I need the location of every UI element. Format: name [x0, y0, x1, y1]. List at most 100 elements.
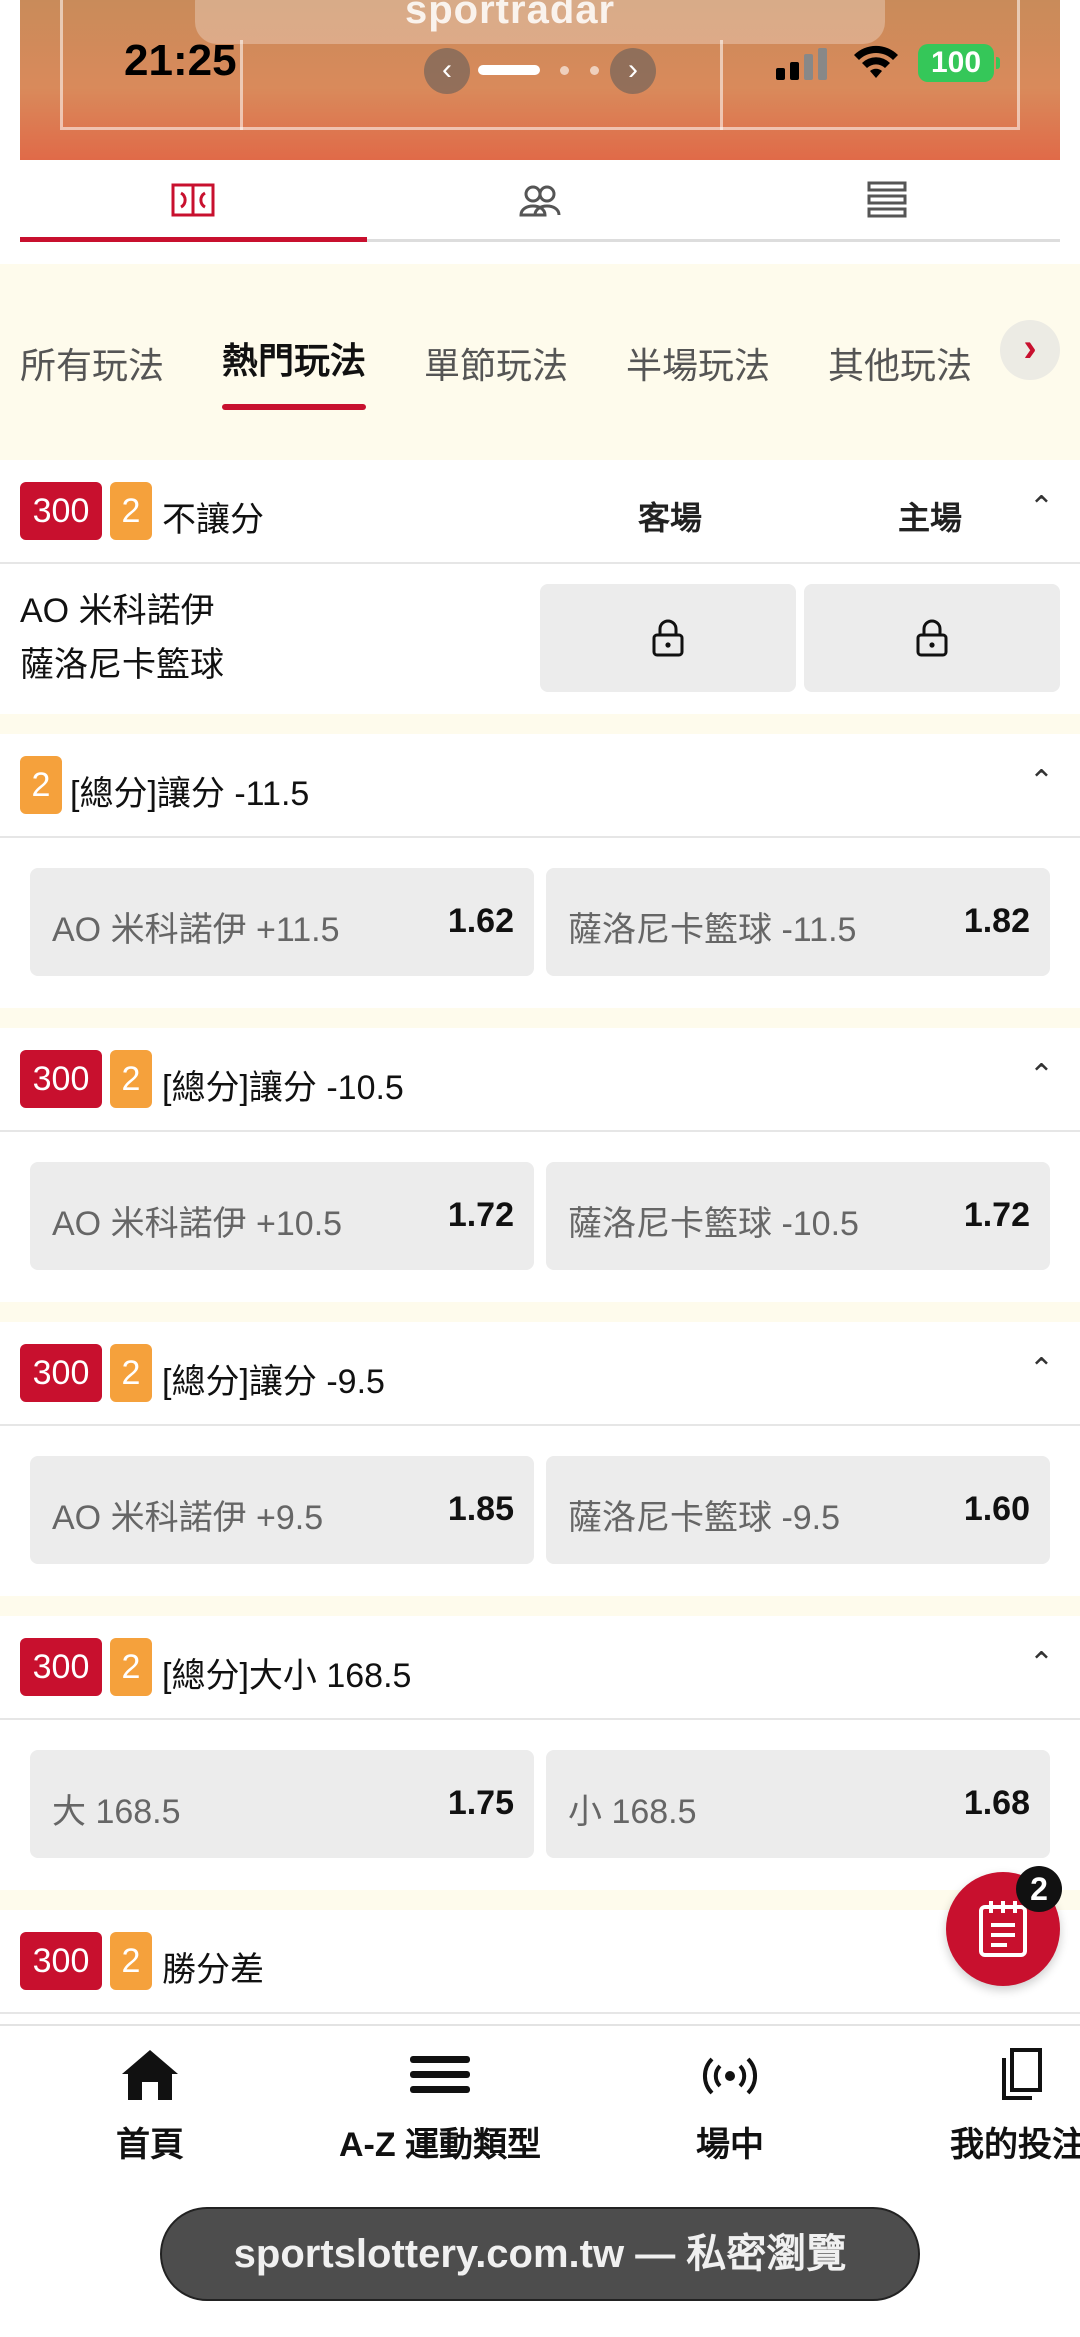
- wifi-icon: [854, 45, 898, 78]
- chevron-left-icon[interactable]: ‹: [424, 48, 470, 94]
- odds-button[interactable]: AO 米科諾伊 +10.5 1.72: [30, 1162, 534, 1270]
- market-count-badge: 2: [110, 1638, 152, 1696]
- chevron-right-icon[interactable]: ›: [1000, 320, 1060, 380]
- market-title: [總分]讓分 -9.5: [162, 1363, 385, 1401]
- battery-indicator: 100: [918, 44, 1000, 82]
- stats-list-icon: [867, 181, 907, 217]
- nav-live-label: 場中: [696, 2126, 764, 2164]
- tab-half-markets[interactable]: 半場玩法: [626, 337, 770, 389]
- market-count-badge: 2: [110, 1932, 152, 1990]
- view-tabs: [20, 160, 1060, 242]
- chevron-up-icon[interactable]: ⌃: [1029, 490, 1054, 525]
- market-id-badge: 300: [20, 1638, 102, 1696]
- lock-icon: [916, 619, 948, 657]
- chevron-up-icon[interactable]: ⌃: [1029, 1646, 1054, 1681]
- odds-button[interactable]: AO 米科諾伊 +11.5 1.62: [30, 868, 534, 976]
- odds-home-locked[interactable]: [804, 584, 1060, 692]
- market-title: 勝分差: [162, 1951, 264, 1989]
- market-header[interactable]: 300 2 [總分]讓分 -9.5 ⌃: [0, 1322, 1080, 1426]
- tab-quarter-markets[interactable]: 單節玩法: [424, 337, 568, 389]
- odds-value: 1.72: [447, 1196, 514, 1234]
- page-dot: [590, 66, 599, 75]
- odds-button[interactable]: 大 168.5 1.75: [30, 1750, 534, 1858]
- odds-value: 1.75: [447, 1784, 514, 1822]
- odds-value: 1.82: [963, 902, 1030, 940]
- market-id-badge: 300: [20, 1344, 102, 1402]
- odds-button[interactable]: 薩洛尼卡籃球 -9.5 1.60: [546, 1456, 1050, 1564]
- section-divider: [0, 1008, 1080, 1028]
- section-divider: [0, 1596, 1080, 1616]
- section-divider: [0, 1302, 1080, 1322]
- market-count-badge: 2: [110, 1344, 152, 1402]
- tab-players[interactable]: [367, 160, 714, 239]
- court-icon: [171, 183, 215, 216]
- market-title: 不讓分: [162, 501, 264, 539]
- my-bets-icon: [1002, 2048, 1042, 2100]
- nav-az-sports-label: A-Z 運動類型: [338, 2126, 542, 2164]
- live-icon: [702, 2057, 758, 2095]
- odds-value: 1.60: [963, 1490, 1030, 1528]
- status-time: 21:25: [124, 36, 237, 85]
- betslip-icon: [979, 1901, 1027, 1957]
- players-icon: [519, 185, 561, 216]
- market-header[interactable]: 300 2 [總分]大小 168.5 ⌃: [0, 1616, 1080, 1720]
- odds-value: 1.62: [447, 902, 514, 940]
- tab-all-markets[interactable]: 所有玩法: [20, 337, 164, 389]
- chevron-up-icon[interactable]: ⌃: [1029, 1058, 1054, 1093]
- market-header[interactable]: 2 [總分]讓分 -11.5 ⌃: [0, 734, 1080, 838]
- market-count-badge: 2: [110, 482, 152, 540]
- team-away: AO 米科諾伊: [20, 592, 215, 630]
- odds-label: 薩洛尼卡籃球 -10.5: [568, 1205, 859, 1243]
- betslip-count-badge: 2: [1016, 1866, 1062, 1912]
- market-id-badge: 300: [20, 1050, 102, 1108]
- tab-other-markets[interactable]: 其他玩法: [828, 337, 972, 389]
- page-indicator: [478, 65, 540, 75]
- odds-label: AO 米科諾伊 +11.5: [52, 911, 340, 949]
- market-header[interactable]: 300 2 [總分]讓分 -10.5 ⌃: [0, 1028, 1080, 1132]
- browser-url-bar[interactable]: sportslottery.com.tw — 私密瀏覽: [160, 2207, 920, 2301]
- market-header[interactable]: 300 2 不讓分 客場 主場 ⌃: [0, 460, 1080, 564]
- tab-stats[interactable]: [713, 160, 1060, 239]
- market-count-badge: 2: [20, 756, 62, 814]
- odds-label: AO 米科諾伊 +9.5: [52, 1499, 324, 1537]
- odds-away-locked[interactable]: [540, 584, 796, 692]
- market-id-badge: 300: [20, 482, 102, 540]
- market-id-badge: 300: [20, 1932, 102, 1990]
- odds-button[interactable]: 薩洛尼卡籃球 -11.5 1.82: [546, 868, 1050, 976]
- odds-button[interactable]: 小 168.5 1.68: [546, 1750, 1050, 1858]
- odds-label: 薩洛尼卡籃球 -9.5: [568, 1499, 841, 1537]
- home-icon: [122, 2050, 178, 2100]
- match-teams: AO 米科諾伊 薩洛尼卡籃球: [20, 584, 224, 692]
- odds-button[interactable]: 薩洛尼卡籃球 -10.5 1.72: [546, 1162, 1050, 1270]
- odds-label: 小 168.5: [568, 1793, 697, 1831]
- team-home: 薩洛尼卡籃球: [20, 646, 224, 684]
- market-title: [總分]讓分 -11.5: [70, 775, 310, 813]
- nav-home[interactable]: 首頁: [110, 2046, 190, 2166]
- odds-label: 薩洛尼卡籃球 -11.5: [568, 911, 857, 949]
- tab-popular-markets[interactable]: 熱門玩法: [222, 332, 367, 410]
- bet-category-tabs: 所有玩法 熱門玩法 單節玩法 半場玩法 其他玩法: [0, 264, 1080, 460]
- odds-button[interactable]: AO 米科諾伊 +9.5 1.85: [30, 1456, 534, 1564]
- chevron-up-icon[interactable]: ⌃: [1029, 764, 1054, 799]
- chevron-up-icon[interactable]: ⌃: [1029, 1352, 1054, 1387]
- chevron-right-icon[interactable]: ›: [610, 48, 656, 94]
- column-away: 客場: [638, 500, 703, 536]
- section-divider: [0, 714, 1080, 734]
- market-header[interactable]: 300 2 勝分差: [0, 1910, 1080, 2014]
- market-count-badge: 2: [110, 1050, 152, 1108]
- odds-label: 大 168.5: [52, 1793, 181, 1831]
- lock-icon: [652, 619, 684, 657]
- nav-my-bets-label: 我的投注: [950, 2126, 1080, 2164]
- nav-my-bets[interactable]: 我的投注: [950, 2046, 1080, 2166]
- odds-value: 1.72: [963, 1196, 1030, 1234]
- column-home: 主場: [898, 500, 963, 536]
- odds-value: 1.68: [963, 1784, 1030, 1822]
- odds-label: AO 米科諾伊 +10.5: [52, 1205, 343, 1243]
- menu-icon: [410, 2056, 470, 2093]
- market-title: [總分]大小 168.5: [162, 1657, 412, 1695]
- nav-az-sports[interactable]: A-Z 運動類型: [330, 2046, 550, 2166]
- nav-live[interactable]: 場中: [680, 2046, 780, 2166]
- nav-home-label: 首頁: [116, 2126, 184, 2164]
- tab-court[interactable]: [20, 160, 367, 242]
- market-title: [總分]讓分 -10.5: [162, 1069, 404, 1107]
